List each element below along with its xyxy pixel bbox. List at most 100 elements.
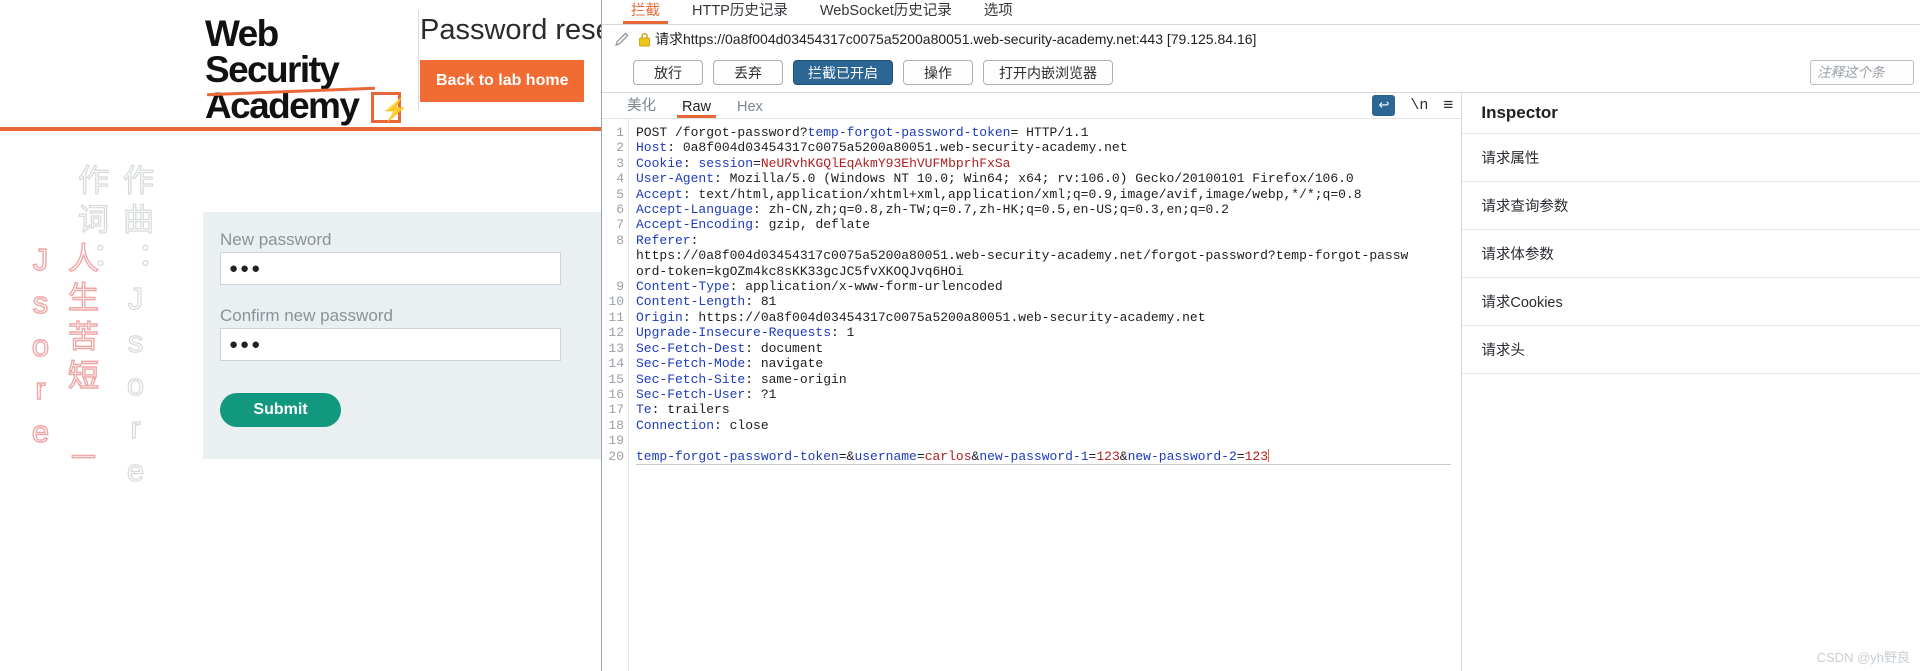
message-editor-pane: 美化 Raw Hex ↩ \n ≡ 12345678 9 10 11 12 13 14 15 16…: [602, 92, 1462, 671]
request-header-line: Content-Length: 81: [636, 294, 777, 310]
request-header-line: Cookie: session=NeURvhKGQlEqAkmY93EhVUFM…: [636, 155, 1011, 171]
action-button-4[interactable]: 打开内嵌浏览器: [983, 60, 1113, 85]
inspector-panel: Inspector 请求属性 请求查询参数 请求体参数 请求Cookies 请求头 CS…: [1461, 92, 1920, 671]
action-button-3[interactable]: 操作: [903, 60, 973, 85]
line-number: 5: [616, 186, 624, 202]
line-number: 9: [616, 279, 624, 295]
inspector-title: Inspector: [1462, 93, 1920, 134]
burp-tab-3[interactable]: 选项: [968, 0, 1029, 24]
line-number: [602, 248, 624, 263]
new-password-input[interactable]: [220, 252, 561, 285]
request-header-line: Accept-Language: zh-CN,zh;q=0.8,zh-TW;q=…: [636, 202, 1229, 218]
line-number: 1: [616, 125, 624, 140]
request-body-line: temp-forgot-password-token=&username=car…: [636, 448, 1461, 465]
action-button-1[interactable]: 丢弃: [713, 60, 783, 85]
line-number: 20: [608, 448, 624, 464]
inspector-item-4[interactable]: 请求头: [1462, 326, 1920, 374]
request-header-line: Host: 0a8f004d03454317c0075a5200a80051.w…: [636, 140, 1128, 156]
burp-tab-2[interactable]: WebSocket历史记录: [804, 0, 968, 24]
request-url-bar: 请求https://0a8f004d03454317c0075a5200a800…: [602, 25, 1920, 53]
watermark-column-2: 作曲：Jsore 作词：: [72, 163, 153, 496]
view-tab-2[interactable]: Hex: [724, 99, 776, 118]
line-number: 2: [616, 140, 624, 156]
line-number-gutter: 12345678 9 10 11 12 13 14 15 16 17 18 19 20: [602, 119, 629, 671]
line-number: 6: [616, 202, 624, 218]
line-number: 13: [608, 340, 624, 356]
request-header-line: POST /forgot-password?temp-forgot-passwo…: [636, 125, 1089, 140]
confirm-password-label: Confirm new password: [220, 306, 393, 325]
line-number: 4: [616, 171, 624, 187]
inspector-item-list: 请求属性 请求查询参数 请求体参数 请求Cookies 请求头: [1462, 134, 1920, 374]
lightning-bolt-icon: ⚡: [371, 92, 408, 123]
request-header-line: Sec-Fetch-Dest: document: [636, 340, 824, 356]
request-header-line: Accept: text/html,application/xhtml+xml,…: [636, 186, 1362, 202]
request-header-line: https://0a8f004d03454317c0075a5200a80051…: [636, 248, 1409, 264]
request-header-line: Sec-Fetch-Site: same-origin: [636, 371, 847, 387]
back-to-lab-home-button[interactable]: Back to lab home: [420, 60, 585, 102]
burp-tab-0[interactable]: 拦截: [615, 0, 676, 24]
line-number: 3: [616, 155, 624, 171]
request-header-line: User-Agent: Mozilla/5.0 (Windows NT 10.0…: [636, 171, 1354, 187]
view-tab-0[interactable]: 美化: [614, 94, 669, 118]
watermark-column-1: 人生苦短 － Jsore: [22, 241, 103, 560]
line-number: 16: [608, 386, 624, 402]
line-number: 10: [608, 294, 624, 310]
intercept-action-bar: 放行 丢弃 拦截已开启 操作 打开内嵌浏览器 注释这个条: [602, 53, 1920, 92]
line-number: 15: [608, 371, 624, 387]
pencil-icon[interactable]: [613, 30, 631, 48]
line-number: 11: [608, 309, 624, 325]
screenshot-root: Web Security Academy ⚡ Password reset Ba…: [0, 0, 1920, 671]
burp-body: 美化 Raw Hex ↩ \n ≡ 12345678 9 10 11 12 13 14 15 16…: [602, 92, 1920, 671]
request-header-line: Content-Type: application/x-www-form-url…: [636, 279, 1003, 295]
line-number: 18: [608, 417, 624, 433]
line-number: 14: [608, 356, 624, 372]
request-header-line: Origin: https://0a8f004d03454317c0075a52…: [636, 309, 1206, 325]
action-button-2[interactable]: 拦截已开启: [793, 60, 893, 85]
logo-line-1: Web Security: [205, 13, 340, 90]
raw-request-editor[interactable]: 12345678 9 10 11 12 13 14 15 16 17 18 19 20 POST /f…: [602, 119, 1462, 671]
request-code[interactable]: POST /forgot-password?temp-forgot-passwo…: [629, 119, 1461, 671]
request-url-text: 请求https://0a8f004d03454317c0075a5200a800…: [655, 31, 1257, 47]
site-logo[interactable]: Web Security Academy ⚡: [205, 13, 417, 124]
confirm-password-input[interactable]: [220, 328, 561, 361]
line-number: 8: [616, 232, 624, 248]
inspector-item-1[interactable]: 请求查询参数: [1462, 182, 1920, 230]
burp-proxy-window: 拦截 HTTP历史记录 WebSocket历史记录 选项 请求https://0a8f…: [601, 0, 1920, 671]
note-input[interactable]: 注释这个条: [1810, 60, 1914, 85]
request-header-line: Te: trailers: [636, 402, 730, 418]
page-watermark: 人生苦短 － Jsore 作曲：Jsore 作词：: [0, 160, 153, 560]
request-header-line: Connection: close: [636, 417, 769, 433]
watermark-col1-text: 人生苦短 － Jsore: [22, 241, 98, 480]
bolt-glyph: ⚡: [381, 97, 408, 122]
message-view-tabs: 美化 Raw Hex ↩ \n ≡: [602, 93, 1462, 119]
line-number: [602, 264, 624, 279]
line-number: 17: [608, 402, 624, 418]
request-header-line: Sec-Fetch-Mode: navigate: [636, 356, 824, 372]
page-title: Password reset: [420, 14, 620, 46]
request-header-line: ord-token=kgOZm4kc8sKK33gcJC5fvXKOQJvq6H…: [636, 263, 964, 279]
request-header-line: Accept-Encoding: gzip, deflate: [636, 217, 871, 233]
header-divider: [418, 10, 419, 110]
action-button-0[interactable]: 放行: [633, 60, 703, 85]
line-number: 7: [616, 217, 624, 233]
lock-icon: [639, 32, 650, 46]
message-view-icons: ↩ \n ≡: [1372, 93, 1453, 117]
request-header-line: Sec-Fetch-User: ?1: [636, 386, 777, 402]
menu-icon[interactable]: ≡: [1443, 95, 1453, 115]
request-header-line: Upgrade-Insecure-Requests: 1: [636, 325, 855, 341]
word-wrap-icon[interactable]: ↩: [1372, 94, 1396, 116]
inspector-item-0[interactable]: 请求属性: [1462, 134, 1920, 182]
request-header-line: Referer:: [636, 232, 699, 248]
newline-icon[interactable]: \n: [1410, 97, 1428, 114]
new-password-label: New password: [220, 230, 332, 249]
line-number: 19: [608, 433, 624, 449]
inspector-item-3[interactable]: 请求Cookies: [1462, 278, 1920, 326]
burp-tab-bar: 拦截 HTTP历史记录 WebSocket历史记录 选项: [602, 0, 1920, 25]
view-tab-1[interactable]: Raw: [669, 99, 724, 118]
burp-tab-1[interactable]: HTTP历史记录: [676, 0, 804, 24]
submit-button[interactable]: Submit: [220, 393, 341, 427]
inspector-item-2[interactable]: 请求体参数: [1462, 230, 1920, 278]
line-number: 12: [608, 325, 624, 341]
bottom-watermark: CSDN @yh野良: [1816, 650, 1910, 665]
request-header-line: [636, 433, 1461, 448]
